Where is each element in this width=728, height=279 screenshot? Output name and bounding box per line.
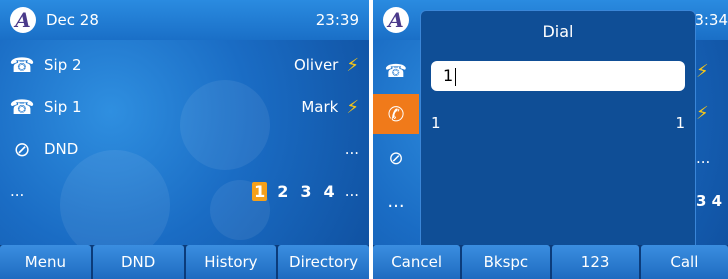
time-label: 23:39 (315, 11, 359, 29)
flash-keypad-icon: ⚡ (696, 60, 709, 82)
dialog-title: Dial (542, 21, 574, 41)
dial-input-value: 1 (443, 66, 454, 85)
phone-screen-dial: A 3:34 ☎ ✆ ⊘ ... ⚡ ⚡ ... 3 4 Dial 1 1 1 … (373, 0, 728, 279)
pager-ellipsis: ... (344, 182, 359, 200)
directory-softkey[interactable]: Directory (278, 245, 369, 279)
active-call-icon[interactable]: ✆ (373, 94, 419, 134)
softkey-bar: Cancel Bkspc 123 Call (373, 245, 728, 279)
status-bar: A Dec 28 23:39 (0, 0, 369, 40)
softkey-bar: Menu DND History Directory (0, 245, 369, 279)
call-softkey[interactable]: Call (640, 245, 728, 279)
telephone-status-icon: ☎ (9, 95, 35, 119)
line-label: Sip 1 (44, 98, 82, 116)
alcatel-logo-icon: A (10, 7, 36, 33)
line-overflow: ... (344, 140, 359, 158)
block-icon: ⊘ (13, 137, 31, 161)
line-contact: Mark (301, 98, 339, 116)
match-right: 1 (675, 114, 685, 132)
flash-keypad-icon: ⚡ (346, 96, 359, 118)
page-4[interactable]: 4 (322, 182, 337, 201)
alcatel-logo-icon: A (383, 7, 409, 33)
line-label: Sip 2 (44, 56, 82, 74)
block-icon: ⊘ (388, 147, 404, 169)
flash-keypad-icon: ⚡ (346, 54, 359, 76)
menu-softkey[interactable]: Menu (0, 245, 91, 279)
dnd-softkey[interactable]: DND (92, 245, 184, 279)
page-indicator: 1 2 3 4 (252, 181, 337, 201)
cancel-softkey[interactable]: Cancel (373, 245, 461, 279)
dial-dialog: Dial 1 1 1 (420, 10, 696, 247)
line-key-sip1[interactable]: ☎ Sip 1 Mark ⚡ (0, 88, 369, 126)
pager-row: ... 1 2 3 4 ... (0, 172, 369, 210)
peek-pages: 3 4 (696, 192, 723, 210)
history-softkey[interactable]: History (185, 245, 277, 279)
line-key-sip2[interactable]: ☎ Sip 2 Oliver ⚡ (0, 46, 369, 84)
telephone-icon: ☎ (384, 60, 408, 82)
line-label: DND (44, 140, 79, 158)
backspace-softkey[interactable]: Bkspc (462, 245, 550, 279)
input-mode-softkey[interactable]: 123 (551, 245, 639, 279)
telephone-icon: ☎ (9, 53, 35, 77)
flash-keypad-icon: ⚡ (696, 102, 709, 124)
peek-ellipsis: ... (696, 149, 711, 167)
time-label-peek: 3:34 (694, 11, 728, 29)
dial-match-row[interactable]: 1 1 (421, 109, 695, 137)
page-1[interactable]: 1 (252, 181, 268, 201)
line-key-dnd[interactable]: ⊘ DND ... (0, 130, 369, 168)
line-contact: Oliver (293, 56, 339, 74)
dial-number-input[interactable]: 1 (431, 61, 685, 91)
page-3[interactable]: 3 (298, 182, 313, 201)
date-label: Dec 28 (46, 11, 99, 29)
more-ellipsis: ... (387, 190, 405, 212)
more-ellipsis: ... (10, 182, 25, 200)
page-2[interactable]: 2 (275, 182, 290, 201)
text-cursor (455, 67, 457, 86)
phone-screen-idle: A Dec 28 23:39 ☎ Sip 2 Oliver ⚡ ☎ Sip 1 … (0, 0, 369, 279)
match-left: 1 (431, 114, 441, 132)
